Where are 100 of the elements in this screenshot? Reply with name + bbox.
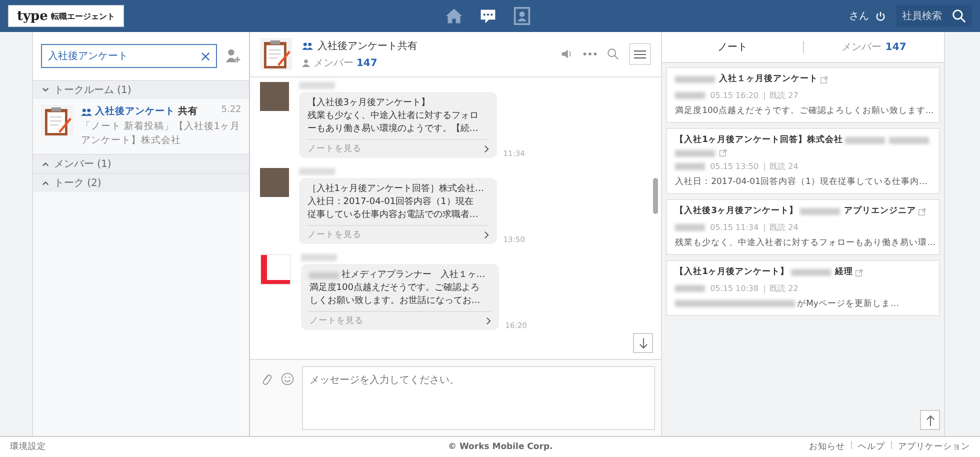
note-preview: がMyページを更新しま…	[797, 299, 899, 309]
blurred-text	[309, 272, 340, 279]
blurred-text	[675, 76, 716, 83]
external-link-icon[interactable]	[918, 208, 926, 216]
clipboard-icon	[260, 38, 292, 70]
panel-tab[interactable]: メンバー 147	[804, 40, 944, 54]
chevron-icon	[484, 145, 490, 153]
blurred-sender-name	[299, 82, 336, 89]
chevron-icon	[42, 87, 49, 93]
add-person-icon[interactable]	[225, 48, 242, 64]
note-date: 05.15 10:38	[710, 284, 759, 293]
clipboard-icon	[40, 105, 73, 137]
chevron-icon	[484, 231, 490, 239]
room-name: 入社後アンケート 共有	[80, 105, 198, 118]
home-icon[interactable]	[444, 7, 464, 25]
person-icon	[302, 58, 310, 66]
chevron-icon	[42, 161, 49, 167]
contacts-icon[interactable]	[512, 7, 532, 25]
smiley-icon[interactable]	[281, 372, 294, 386]
note-preview: 残業も少なく、中途入社者に対するフォローもあり働き易い環…	[675, 238, 936, 248]
external-link-icon[interactable]	[820, 76, 828, 84]
note-card[interactable]: 【入社後3ヶ月後アンケート】 アプリエンジニア 05.15 11:34 既読 24 残業も少なく、中途入社者に対するフォローもあり働き易い環…	[666, 199, 940, 255]
group-icon	[302, 42, 314, 50]
blurred-text	[800, 208, 840, 215]
message-text: 【入社後3ヶ月後アンケート】	[307, 97, 430, 110]
blurred-sender-name	[301, 254, 338, 261]
read-count: 既読 24	[770, 161, 798, 172]
note-title: 経理	[835, 266, 854, 279]
message-text: ［入社1ヶ月後アンケート回答］株式会社…	[307, 183, 484, 196]
blurred-author	[675, 92, 706, 99]
paperclip-icon[interactable]	[260, 372, 274, 386]
note-card[interactable]: 【入社1ヶ月後アンケート回答】株式会社 05.15 13:50 既読 24 入社日：2017-04-01回答内容（1）現在従事している仕事内…	[666, 128, 940, 194]
clear-icon[interactable]	[201, 52, 210, 60]
search-field[interactable]: 入社後アンケート	[40, 44, 218, 68]
employee-search-field[interactable]: 社員検索	[896, 5, 972, 27]
message-text: 社メディアプランナー 入社１ヶ…	[341, 269, 486, 282]
blurred-text	[791, 269, 832, 276]
menu-icon	[634, 50, 646, 58]
message-text: 満足度100点越えだそうです。ご確認よろ	[309, 282, 480, 295]
panel-tab[interactable]: ノート	[662, 40, 803, 54]
message-text: 残業も少なく、中途入社者に対するフォロ	[307, 110, 478, 123]
message-input[interactable]: メッセージを入力してください。	[302, 366, 656, 430]
message-text: 入社日：2017-04-01回答内容（1）現在	[307, 196, 474, 209]
note-card[interactable]: 入社１ヶ月後アンケート 05.15 16:20 既読 27 満足度100点越えだそうです。ご確認よろしくお願い致します…	[666, 67, 940, 123]
scroll-down-button[interactable]	[633, 333, 654, 353]
chat-title: 入社後アンケート共有	[302, 38, 552, 52]
message-text: しくお願い致します。お世話になってお…	[309, 295, 480, 308]
note-title: アプリエンジニア	[844, 205, 916, 218]
logo-brand: type	[17, 8, 48, 24]
copyright-text: © Works Mobile Corp.	[448, 442, 553, 452]
power-icon[interactable]	[875, 10, 886, 22]
room-date: 5.22	[221, 105, 242, 117]
blurred-text	[675, 150, 716, 156]
note-title: 【入社後3ヶ月後アンケート】	[675, 205, 798, 218]
blurred-text	[845, 137, 886, 144]
settings-link[interactable]: 環境設定	[10, 441, 46, 453]
down-arrow-icon	[638, 338, 648, 348]
note-date: 05.15 16:20	[710, 91, 759, 100]
logo-subtitle: 転職エージェント	[50, 10, 115, 22]
note-title: 【入社1ヶ月後アンケート回答】株式会社	[675, 134, 844, 147]
read-count: 既読 27	[770, 90, 798, 101]
blurred-text	[889, 137, 930, 144]
group-icon	[80, 108, 92, 116]
room-preview: 「ノート 新着投稿」【入社後1ヶ月アンケート】株式会社	[80, 120, 241, 148]
note-date: 05.15 13:50	[710, 162, 759, 171]
note-title: 入社１ヶ月後アンケート	[719, 73, 818, 86]
up-arrow-icon	[926, 414, 935, 426]
section-header[interactable]: メンバー (1)	[32, 154, 250, 173]
blurred-author	[675, 163, 706, 170]
note-date: 05.15 11:34	[710, 223, 759, 232]
message-text: ーもあり働き易い環境のようです。【続…	[307, 123, 478, 136]
user-name: さん	[849, 10, 869, 23]
read-count: 既読 22	[770, 283, 798, 294]
note-preview: 入社日：2017-04-01回答内容（1）現在従事している仕事内…	[675, 177, 928, 187]
note-title: 【入社1ヶ月後アンケート】	[675, 266, 790, 279]
external-link-icon[interactable]	[855, 268, 864, 276]
scroll-up-button[interactable]	[920, 410, 940, 430]
menu-button[interactable]	[629, 43, 652, 65]
note-card[interactable]: 【入社1ヶ月後アンケート】 経理 05.15 10:38 既読 22 がMyページを更新しま…	[666, 260, 940, 316]
more-icon[interactable]	[583, 52, 598, 56]
footer-link[interactable]: アプリケーション	[898, 441, 970, 453]
read-count: 既読 24	[770, 222, 798, 233]
blurred-author	[675, 224, 706, 231]
blurred-author	[675, 285, 706, 292]
message-text: 従事している仕事内容お電話での求職者…	[307, 209, 478, 222]
chat-icon[interactable]	[478, 7, 498, 25]
chevron-icon	[486, 317, 492, 325]
section-header[interactable]: トークルーム (1)	[32, 80, 250, 99]
avatar-illustration[interactable]	[260, 254, 292, 285]
logo[interactable]: type 転職エージェント	[8, 5, 124, 27]
note-preview: 満足度100点越えだそうです。ご確認よろしくお願い致します…	[675, 106, 934, 116]
chevron-icon	[42, 180, 49, 186]
search-icon[interactable]	[952, 9, 966, 23]
footer-link[interactable]: お知らせ	[809, 441, 845, 453]
section-header[interactable]: トーク (2)	[32, 173, 250, 192]
footer-link[interactable]: ヘルプ	[858, 441, 885, 453]
member-count[interactable]: メンバー 147	[313, 56, 378, 70]
blurred-sender-name	[299, 168, 336, 175]
external-link-icon[interactable]	[719, 149, 728, 157]
speaker-icon[interactable]	[561, 48, 574, 60]
